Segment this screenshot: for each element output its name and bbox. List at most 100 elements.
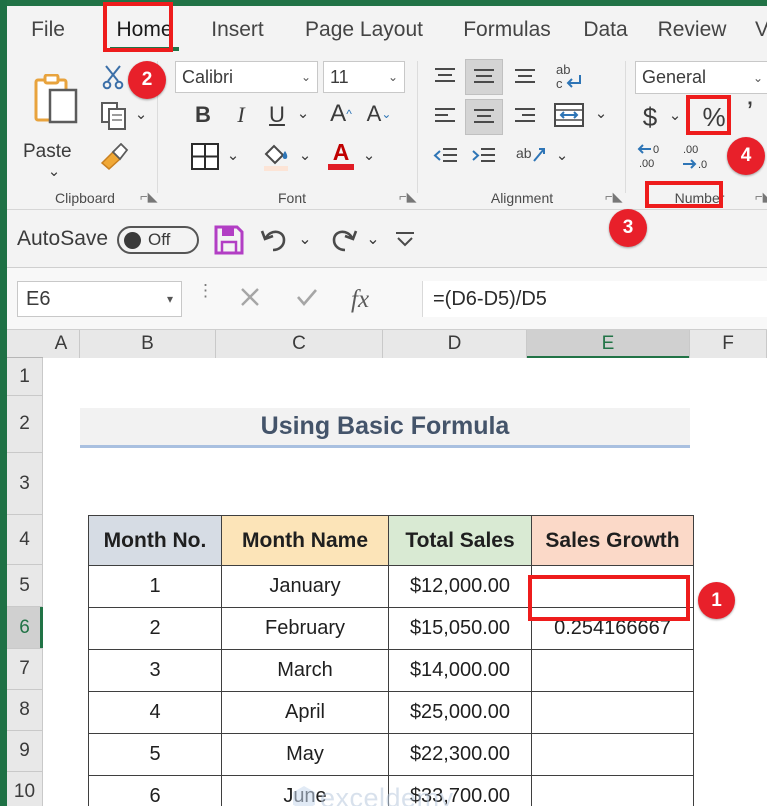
row-header-6[interactable]: 6 xyxy=(7,607,43,649)
row-header-4[interactable]: 4 xyxy=(7,515,43,565)
increase-decimal-button[interactable]: 0 .00 xyxy=(635,141,673,171)
name-box[interactable]: E6 ▾ xyxy=(17,281,182,317)
table-cell-total-sales[interactable]: $33,700.00 xyxy=(388,775,532,806)
wrap-text-button[interactable]: ab c xyxy=(551,59,589,93)
ribbon-tab-formulas[interactable]: Formulas xyxy=(451,6,563,53)
table-cell-month-name[interactable]: April xyxy=(221,691,389,734)
redo-dropdown-arrow[interactable]: ⌄ xyxy=(364,230,382,248)
font-color-button[interactable]: A xyxy=(325,139,357,173)
fill-color-button[interactable] xyxy=(259,139,293,173)
table-cell-month-no[interactable]: 6 xyxy=(88,775,222,806)
autosave-toggle[interactable]: Off xyxy=(117,226,199,254)
underline-button[interactable]: U xyxy=(263,101,291,129)
insert-function-button[interactable]: fx xyxy=(351,286,369,314)
align-right-button[interactable] xyxy=(509,101,541,131)
confirm-edit-button[interactable] xyxy=(295,286,319,315)
italic-button[interactable]: I xyxy=(227,101,255,129)
orientation-button[interactable]: ab xyxy=(513,139,549,171)
align-top-button[interactable] xyxy=(429,61,461,91)
ribbon-tab-file[interactable]: File xyxy=(17,6,79,53)
percent-style-button[interactable]: % xyxy=(697,101,731,133)
ribbon-tab-home[interactable]: Home xyxy=(102,6,187,53)
ribbon-tab-insert[interactable]: Insert xyxy=(200,6,275,53)
row-header-8[interactable]: 8 xyxy=(7,690,43,731)
column-header-B[interactable]: B xyxy=(80,330,216,358)
underline-dropdown-arrow[interactable]: ⌄ xyxy=(295,105,311,122)
font-family-combo[interactable]: Calibri ⌄ xyxy=(175,61,318,93)
table-cell-total-sales[interactable]: $22,300.00 xyxy=(388,733,532,776)
row-header-10[interactable]: 10 xyxy=(7,772,43,806)
table-cell-sales-growth[interactable] xyxy=(531,649,694,692)
table-cell-total-sales[interactable]: $25,000.00 xyxy=(388,691,532,734)
table-cell-total-sales[interactable]: $14,000.00 xyxy=(388,649,532,692)
align-middle-button[interactable] xyxy=(465,59,503,95)
redo-button[interactable] xyxy=(327,224,359,256)
column-header-F[interactable]: F xyxy=(690,330,767,358)
table-cell-month-no[interactable]: 1 xyxy=(88,565,222,608)
alignment-dialog-launcher[interactable]: ⌐◣ xyxy=(605,189,623,205)
number-dialog-launcher[interactable]: ⌐◣ xyxy=(755,189,767,205)
column-header-A[interactable]: A xyxy=(43,330,80,358)
number-format-combo[interactable]: General ⌄ xyxy=(635,61,767,94)
undo-button[interactable] xyxy=(259,224,291,256)
decrease-indent-button[interactable] xyxy=(429,141,461,171)
ribbon-tab-v[interactable]: V xyxy=(752,6,767,53)
font-color-dropdown-arrow[interactable]: ⌄ xyxy=(361,147,377,164)
table-cell-sales-growth[interactable] xyxy=(531,775,694,806)
copy-button[interactable] xyxy=(99,101,129,131)
font-dialog-launcher[interactable]: ⌐◣ xyxy=(399,189,417,205)
clipboard-dialog-launcher[interactable]: ⌐◣ xyxy=(140,189,158,205)
table-cell-month-name[interactable]: June xyxy=(221,775,389,806)
decrease-font-size-button[interactable]: A ⌄ xyxy=(363,99,395,129)
column-header-C[interactable]: C xyxy=(216,330,383,358)
bold-button[interactable]: B xyxy=(189,101,217,129)
table-cell-month-name[interactable]: May xyxy=(221,733,389,776)
table-cell-month-no[interactable]: 4 xyxy=(88,691,222,734)
row-header-3[interactable]: 3 xyxy=(7,453,43,515)
align-bottom-button[interactable] xyxy=(509,61,541,91)
table-cell-month-name[interactable]: March xyxy=(221,649,389,692)
decrease-decimal-button[interactable]: .00 .0 xyxy=(679,141,717,171)
table-cell-month-no[interactable]: 5 xyxy=(88,733,222,776)
accounting-format-button[interactable]: $ xyxy=(637,101,663,133)
orientation-dropdown-arrow[interactable]: ⌄ xyxy=(554,147,570,164)
row-header-7[interactable]: 7 xyxy=(7,649,43,690)
copy-dropdown-arrow[interactable]: ⌄ xyxy=(133,106,149,123)
fill-color-dropdown-arrow[interactable]: ⌄ xyxy=(297,147,313,164)
increase-indent-button[interactable] xyxy=(467,141,499,171)
align-left-button[interactable] xyxy=(429,101,461,131)
borders-button[interactable] xyxy=(189,141,221,171)
table-cell-sales-growth[interactable] xyxy=(531,733,694,776)
formula-input[interactable]: =(D6-D5)/D5 xyxy=(422,281,767,317)
column-header-D[interactable]: D xyxy=(383,330,527,358)
table-cell-month-name[interactable]: February xyxy=(221,607,389,650)
align-center-button[interactable] xyxy=(465,99,503,135)
format-painter-button[interactable] xyxy=(97,141,131,173)
table-cell-sales-growth[interactable]: 0.254166667 xyxy=(531,607,694,650)
paste-button[interactable] xyxy=(25,61,87,139)
formula-bar-options[interactable]: ⋮ xyxy=(197,282,214,299)
cancel-edit-button[interactable] xyxy=(239,286,261,315)
merge-and-center-button[interactable] xyxy=(551,99,587,131)
merge-dropdown-arrow[interactable]: ⌄ xyxy=(593,105,609,122)
column-header-E[interactable]: E xyxy=(527,330,690,359)
row-header-5[interactable]: 5 xyxy=(7,565,43,607)
paste-dropdown-arrow[interactable]: ⌄ xyxy=(45,163,63,180)
font-size-combo[interactable]: 11 ⌄ xyxy=(323,61,405,93)
cut-button[interactable] xyxy=(99,63,127,91)
ribbon-tab-page-layout[interactable]: Page Layout xyxy=(290,6,438,53)
increase-font-size-button[interactable]: A ^ xyxy=(325,99,357,129)
table-cell-month-name[interactable]: January xyxy=(221,565,389,608)
row-header-9[interactable]: 9 xyxy=(7,731,43,772)
table-cell-total-sales[interactable]: $12,000.00 xyxy=(388,565,532,608)
customize-quick-access-button[interactable] xyxy=(393,228,417,250)
ribbon-tab-review[interactable]: Review xyxy=(648,6,736,53)
ribbon-tab-data[interactable]: Data xyxy=(577,6,634,53)
accounting-dropdown-arrow[interactable]: ⌄ xyxy=(667,107,683,124)
row-header-1[interactable]: 1 xyxy=(7,358,43,396)
table-cell-sales-growth[interactable] xyxy=(531,565,694,608)
undo-dropdown-arrow[interactable]: ⌄ xyxy=(296,230,314,248)
table-cell-month-no[interactable]: 2 xyxy=(88,607,222,650)
comma-style-button[interactable]: ’ xyxy=(738,96,762,129)
table-cell-month-no[interactable]: 3 xyxy=(88,649,222,692)
